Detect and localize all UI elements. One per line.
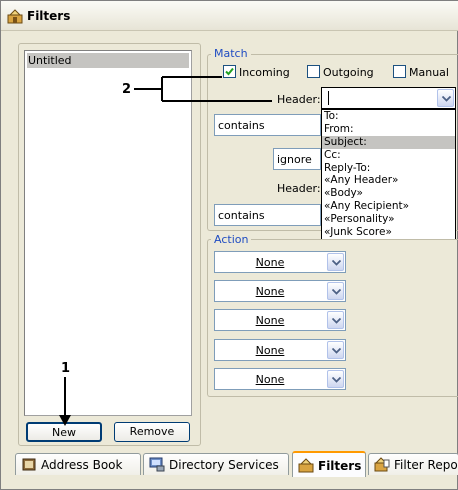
outgoing-label: Outgoing — [323, 66, 374, 79]
chevron-down-icon[interactable] — [437, 89, 454, 107]
window-title: Filters — [27, 9, 71, 23]
dropdown-option-highlighted[interactable]: Subject: — [322, 135, 455, 149]
match-group-label: Match — [211, 47, 251, 60]
address-book-icon — [21, 457, 37, 472]
dropdown-option[interactable]: «Body» — [322, 187, 455, 200]
header-dropdown-list[interactable]: To: From: Subject: Cc: Reply-To: «Any He… — [321, 109, 456, 240]
action-combo-3[interactable]: None — [214, 309, 346, 331]
action-combo-4[interactable]: None — [214, 339, 346, 361]
dropdown-option[interactable]: «Personality» — [322, 213, 455, 226]
directory-services-icon — [149, 457, 165, 472]
callout-number-1: 1 — [61, 361, 71, 376]
dropdown-option[interactable]: Cc: — [322, 149, 455, 162]
chevron-down-icon[interactable] — [327, 282, 344, 300]
action-combo-1[interactable]: None — [214, 251, 346, 273]
filters-icon — [298, 458, 314, 473]
callout-arrow-1 — [59, 377, 71, 426]
tab-filters[interactable]: Filters — [292, 451, 366, 477]
manual-label: Manual — [409, 66, 449, 79]
condition-combo-2[interactable]: contains — [214, 204, 321, 226]
action-combo-2[interactable]: None — [214, 280, 346, 302]
filter-report-icon — [374, 457, 390, 472]
dropdown-option[interactable]: «Any Recipient» — [322, 200, 455, 213]
conjunction-combo[interactable]: ignore — [273, 148, 321, 170]
manual-checkbox[interactable] — [393, 65, 406, 78]
filter-list-item[interactable]: Untitled — [27, 53, 189, 68]
chevron-down-icon[interactable] — [327, 370, 344, 388]
callout-bracket-2 — [134, 76, 272, 102]
header-label-2: Header: — [277, 182, 321, 195]
tab-filter-report[interactable]: Filter Report — [368, 453, 458, 475]
tab-address-book[interactable]: Address Book — [15, 453, 141, 475]
filters-icon — [7, 9, 23, 24]
action-group-label: Action — [211, 233, 252, 246]
chevron-down-icon[interactable] — [327, 341, 344, 359]
title-bar: Filters — [1, 1, 458, 31]
callout-number-2: 2 — [122, 82, 132, 97]
dropdown-option[interactable]: «Any Header» — [322, 174, 455, 187]
tab-bar: Address Book Directory Services Filters … — [15, 451, 458, 477]
dropdown-option[interactable]: To: — [322, 110, 455, 123]
header-label-1: Header: — [277, 93, 321, 106]
filters-window: Filters Untitled New Remove Match Incomi… — [0, 0, 458, 490]
header-combo-1[interactable] — [321, 87, 456, 109]
tab-directory-services[interactable]: Directory Services — [143, 453, 289, 475]
text-cursor — [328, 91, 329, 105]
dropdown-option[interactable]: From: — [322, 123, 455, 136]
chevron-down-icon[interactable] — [327, 253, 344, 271]
action-combo-5[interactable]: None — [214, 368, 346, 390]
condition-combo-1[interactable]: contains — [214, 114, 321, 136]
dropdown-option[interactable]: Reply-To: — [322, 162, 455, 175]
chevron-down-icon[interactable] — [327, 311, 344, 329]
outgoing-checkbox[interactable] — [307, 65, 320, 78]
dropdown-option[interactable]: «Junk Score» — [322, 226, 455, 239]
remove-button[interactable]: Remove — [114, 422, 190, 442]
